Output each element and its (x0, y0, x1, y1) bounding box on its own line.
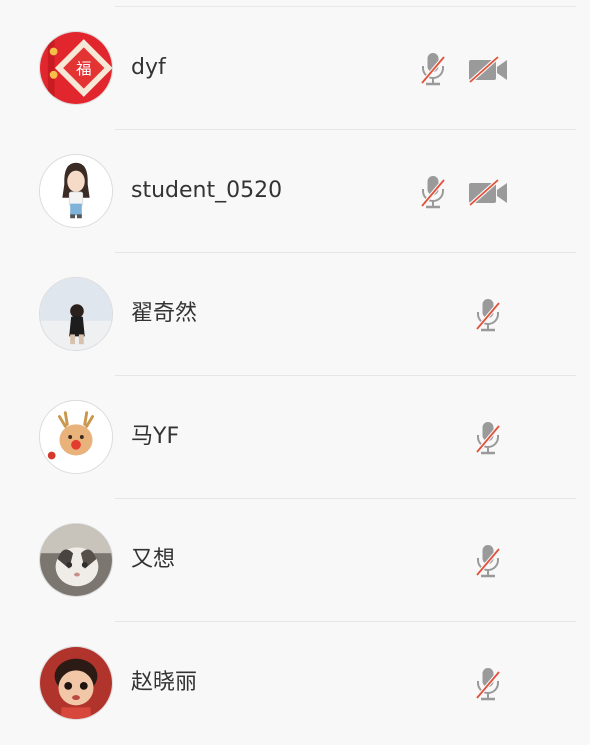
participant-row[interactable]: student_0520 (0, 130, 590, 253)
avatar (39, 277, 113, 351)
camera-off-icon[interactable] (467, 55, 511, 85)
svg-text:福: 福 (76, 60, 92, 78)
participant-row[interactable]: 翟奇然 (0, 253, 590, 376)
mic-muted-icon[interactable] (418, 51, 448, 87)
participant-row[interactable]: 又想 (0, 499, 590, 622)
avatar (39, 523, 113, 597)
mic-muted-icon[interactable] (473, 297, 503, 333)
participant-name: dyf (131, 55, 166, 80)
participant-row[interactable]: 福 dyf (0, 7, 590, 130)
participant-name: 翟奇然 (131, 301, 198, 326)
avatar: 福 (39, 31, 113, 105)
participant-name: 赵晓丽 (131, 670, 198, 695)
mic-muted-icon[interactable] (418, 174, 448, 210)
mic-muted-icon[interactable] (473, 666, 503, 702)
avatar (39, 154, 113, 228)
mic-muted-icon[interactable] (473, 420, 503, 456)
participant-row[interactable]: 赵晓丽 (0, 622, 590, 745)
mic-muted-icon[interactable] (473, 543, 503, 579)
participant-row[interactable]: 马YF (0, 376, 590, 499)
avatar (39, 400, 113, 474)
participant-name: 又想 (131, 547, 176, 572)
participant-name: student_0520 (131, 178, 283, 203)
participant-name: 马YF (131, 424, 180, 449)
participant-list: 福 dyf student_0520 翟奇然 马YF 又想 赵晓丽 (0, 0, 590, 744)
avatar (39, 646, 113, 720)
camera-off-icon[interactable] (467, 178, 511, 208)
